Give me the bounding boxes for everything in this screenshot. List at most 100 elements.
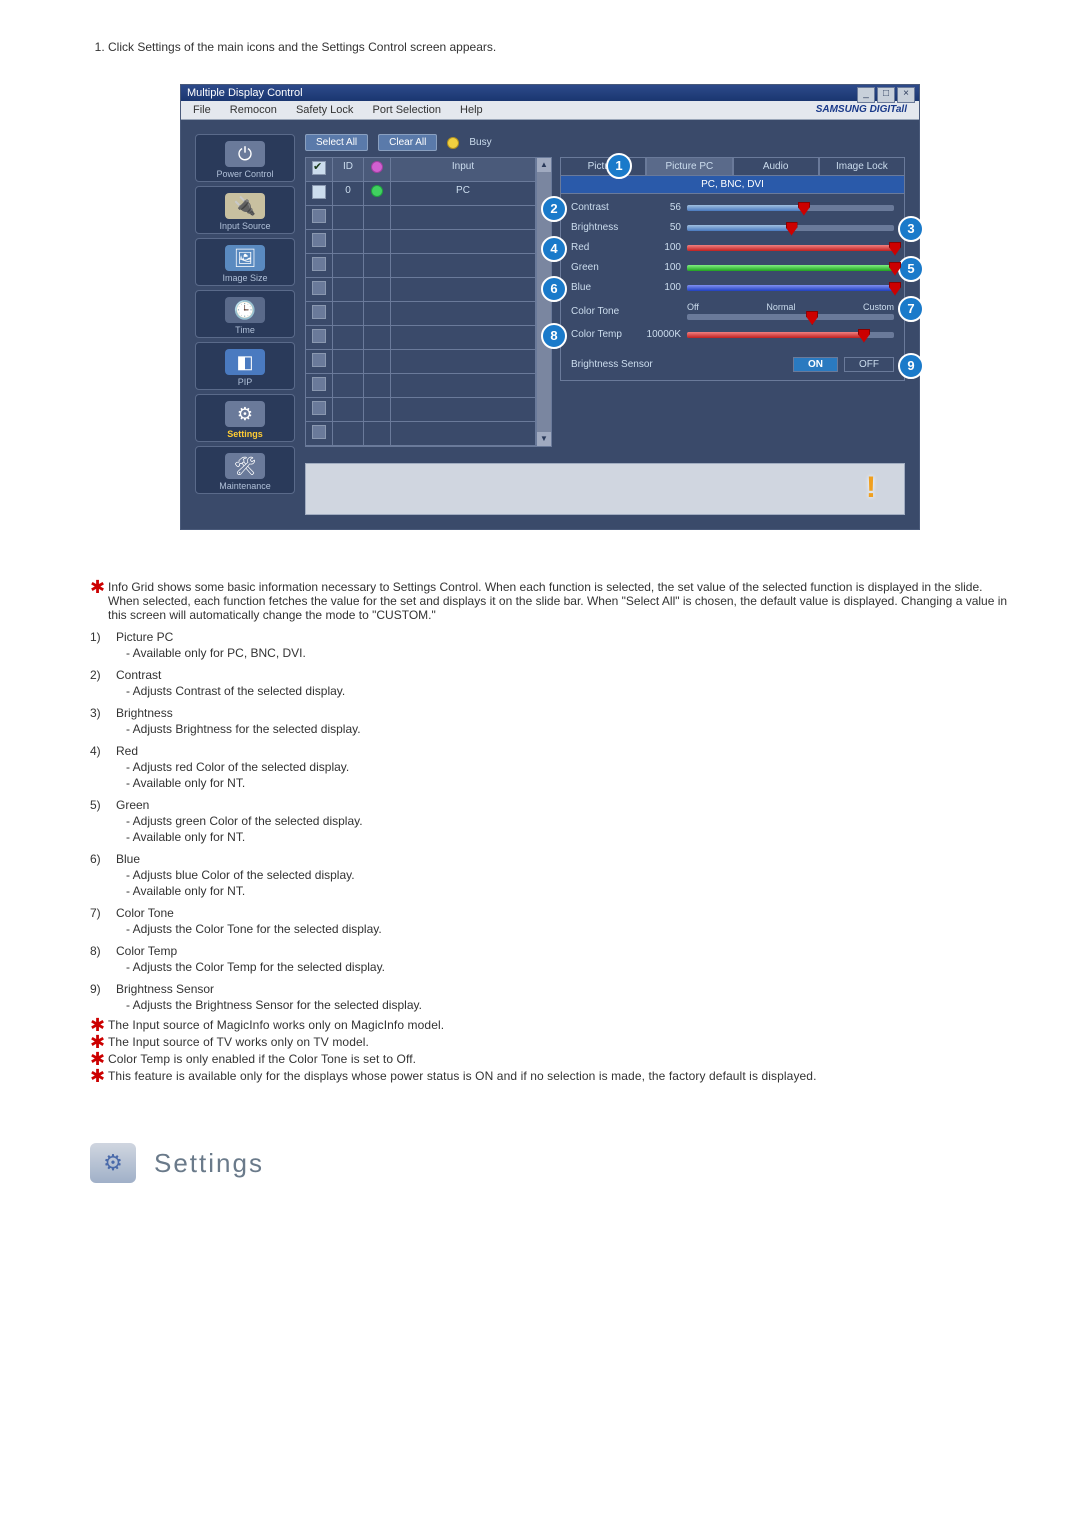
item-sub: - Adjusts green Color of the selected di… <box>126 814 1010 828</box>
item-sub: - Available only for NT. <box>126 776 1010 790</box>
sidebar-item-label: Power Control <box>198 169 292 179</box>
slider-track[interactable] <box>687 265 894 271</box>
menu-help[interactable]: Help <box>452 103 491 117</box>
scroll-up-icon[interactable]: ▲ <box>537 158 551 172</box>
item-number: 2) <box>90 668 116 682</box>
scroll-down-icon[interactable]: ▼ <box>537 432 551 446</box>
menu-port-selection[interactable]: Port Selection <box>364 103 448 117</box>
sidebar-item-pip[interactable]: ◧ PIP <box>195 342 295 390</box>
color-tone-slider[interactable] <box>687 314 894 320</box>
slider-track[interactable] <box>687 245 894 251</box>
brightness-sensor-row: Brightness SensorONOFF9 <box>571 357 894 372</box>
busy-indicator-icon <box>447 137 459 149</box>
slider-blue[interactable]: 6Blue100 <box>571 282 894 293</box>
table-row[interactable] <box>306 230 536 254</box>
row-checkbox[interactable] <box>312 305 326 319</box>
busy-label: Busy <box>469 137 491 148</box>
color-tone-row: Color ToneOffNormalCustom7 <box>571 302 894 320</box>
color-temp-slider[interactable] <box>687 332 894 338</box>
row-checkbox[interactable] <box>312 425 326 439</box>
tab-audio[interactable]: Audio <box>733 157 819 176</box>
power-control-icon: ⏻ <box>225 141 265 167</box>
maximize-icon[interactable]: □ <box>877 87 895 103</box>
item-title: Picture PC <box>116 630 173 644</box>
item-number: 1) <box>90 630 116 644</box>
row-checkbox[interactable] <box>312 353 326 367</box>
table-row[interactable] <box>306 398 536 422</box>
col-input: Input <box>391 158 536 182</box>
color-temp-row[interactable]: 8Color Temp10000K <box>571 329 894 340</box>
minimize-icon[interactable]: _ <box>857 87 875 103</box>
item-number: 9) <box>90 982 116 996</box>
slider-green[interactable]: 5Green100 <box>571 262 894 273</box>
slider-value: 56 <box>641 202 687 213</box>
sidebar-item-input-source[interactable]: 🔌Input Source <box>195 186 295 234</box>
tab-image-lock[interactable]: Image Lock <box>819 157 905 176</box>
sidebar-item-label: Image Size <box>198 273 292 283</box>
slider-label: Blue <box>571 282 641 293</box>
row-checkbox[interactable] <box>312 209 326 223</box>
slider-track[interactable] <box>687 205 894 211</box>
slider-track[interactable] <box>687 225 894 231</box>
sidebar-item-image-size[interactable]: 🖼Image Size <box>195 238 295 286</box>
star-icon: ✱ <box>90 580 108 622</box>
pip-icon: ◧ <box>225 349 265 375</box>
sidebar-item-maintenance[interactable]: 🛠Maintenance <box>195 446 295 494</box>
row-checkbox[interactable] <box>312 257 326 271</box>
table-row[interactable] <box>306 206 536 230</box>
sidebar-item-power-control[interactable]: ⏻ Power Control <box>195 134 295 182</box>
item-sub: - Adjusts Brightness for the selected di… <box>126 722 1010 736</box>
sidebar-item-time[interactable]: 🕒Time <box>195 290 295 338</box>
table-row[interactable] <box>306 422 536 446</box>
row-checkbox[interactable] <box>312 233 326 247</box>
slider-label: Red <box>571 242 641 253</box>
footnote-text: Color Temp is only enabled if the Color … <box>108 1052 416 1066</box>
table-row[interactable] <box>306 302 536 326</box>
settings-icon: ⚙ <box>225 401 265 427</box>
star-icon: ✱ <box>90 1069 108 1083</box>
slider-red[interactable]: 4Red100 <box>571 242 894 253</box>
table-row[interactable]: 0PC <box>306 182 536 206</box>
menu-file[interactable]: File <box>185 103 219 117</box>
item-title: Blue <box>116 852 140 866</box>
item-sub: - Adjusts blue Color of the selected dis… <box>126 868 1010 882</box>
table-row[interactable] <box>306 350 536 374</box>
menu-safety-lock[interactable]: Safety Lock <box>288 103 361 117</box>
slider-brightness[interactable]: 3Brightness50 <box>571 222 894 233</box>
select-all-button[interactable]: Select All <box>305 134 368 151</box>
sidebar-item-label: PIP <box>198 377 292 387</box>
slider-contrast[interactable]: 2Contrast56 <box>571 202 894 213</box>
clear-all-button[interactable]: Clear All <box>378 134 437 151</box>
tab-picture[interactable]: Picture <box>560 157 646 176</box>
row-checkbox[interactable] <box>312 329 326 343</box>
star-icon: ✱ <box>90 1035 108 1049</box>
slider-value: 100 <box>641 282 687 293</box>
item-sub: - Adjusts the Color Temp for the selecte… <box>126 960 1010 974</box>
row-checkbox[interactable] <box>312 185 326 199</box>
item-title: Color Temp <box>116 944 177 958</box>
input-source-icon: 🔌 <box>225 193 265 219</box>
table-row[interactable] <box>306 374 536 398</box>
close-icon[interactable]: × <box>897 87 915 103</box>
table-row[interactable] <box>306 278 536 302</box>
table-row[interactable] <box>306 254 536 278</box>
header-checkbox[interactable] <box>312 161 326 175</box>
callout-4: 4 <box>541 236 567 262</box>
item-sub: - Adjusts the Color Tone for the selecte… <box>126 922 1010 936</box>
brightness-sensor-on[interactable]: ON <box>793 357 838 372</box>
brightness-sensor-off[interactable]: OFF <box>844 357 894 372</box>
slider-track[interactable] <box>687 285 894 291</box>
callout-7: 7 <box>898 296 924 322</box>
row-checkbox[interactable] <box>312 281 326 295</box>
sidebar-item-settings[interactable]: ⚙Settings <box>195 394 295 442</box>
callout-9: 9 <box>898 353 924 379</box>
row-checkbox[interactable] <box>312 377 326 391</box>
table-row[interactable] <box>306 326 536 350</box>
item-number: 5) <box>90 798 116 812</box>
menu-remocon[interactable]: Remocon <box>222 103 285 117</box>
item-title: Contrast <box>116 668 161 682</box>
tab-picture-pc[interactable]: Picture PC <box>646 157 732 176</box>
row-checkbox[interactable] <box>312 401 326 415</box>
callout-8: 8 <box>541 323 567 349</box>
item-sub: - Available only for PC, BNC, DVI. <box>126 646 1010 660</box>
